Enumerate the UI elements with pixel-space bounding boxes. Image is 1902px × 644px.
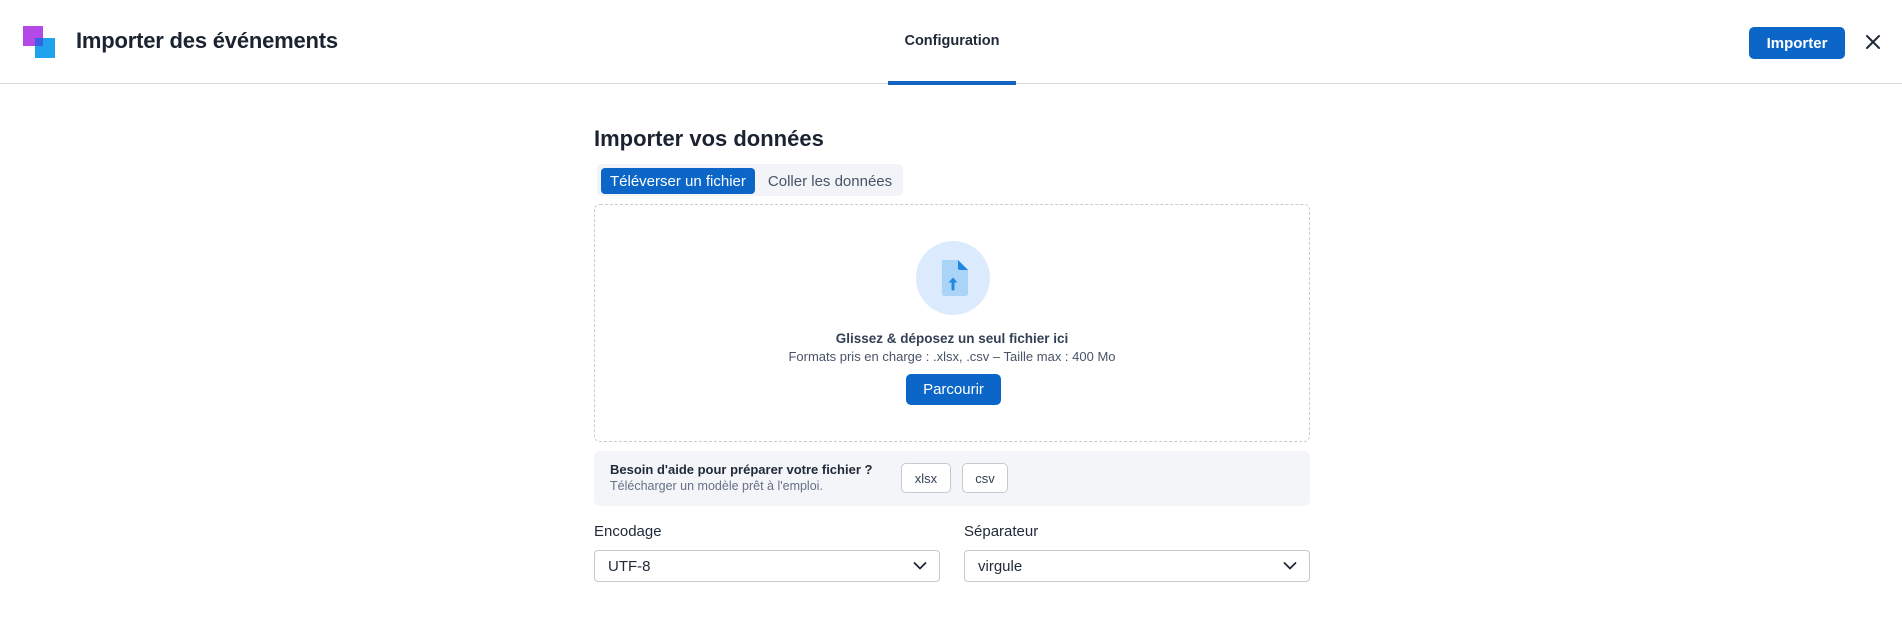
separator-value: virgule: [978, 558, 1023, 575]
dropzone-subtitle: Formats pris en charge : .xlsx, .csv – T…: [788, 349, 1116, 364]
segment-upload-file[interactable]: Téléverser un fichier: [601, 168, 755, 194]
import-button[interactable]: Importer: [1749, 27, 1845, 59]
app-header: Importer des événements Configuration Im…: [0, 0, 1902, 85]
tab-configuration-label: Configuration: [904, 33, 1000, 49]
separator-select[interactable]: virgule: [964, 550, 1310, 582]
tab-configuration[interactable]: Configuration: [888, 0, 1016, 85]
dropzone-title: Glissez & déposez un seul fichier ici: [835, 331, 1069, 346]
help-title: Besoin d'aide pour préparer votre fichie…: [610, 462, 873, 477]
chevron-down-icon: [913, 562, 927, 570]
encoding-label: Encodage: [594, 523, 662, 540]
browse-button[interactable]: Parcourir: [906, 374, 1001, 405]
file-upload-icon: [916, 241, 990, 315]
separator-label: Séparateur: [964, 523, 1039, 540]
source-segmented-control: Téléverser un fichier Coller les données: [597, 164, 903, 196]
page-title: Importer des événements: [76, 28, 338, 53]
file-dropzone[interactable]: Glissez & déposez un seul fichier ici Fo…: [594, 204, 1310, 442]
app-logo: [23, 26, 57, 60]
template-help-box: Besoin d'aide pour préparer votre fichie…: [594, 451, 1310, 506]
encoding-value: UTF-8: [608, 558, 651, 575]
segment-paste-data[interactable]: Coller les données: [759, 168, 901, 194]
download-template-csv-button[interactable]: csv: [962, 463, 1008, 493]
section-title: Importer vos données: [594, 126, 824, 151]
active-tab-indicator: [888, 81, 1016, 85]
encoding-select[interactable]: UTF-8: [594, 550, 940, 582]
close-icon[interactable]: [1861, 30, 1885, 54]
help-subtitle: Télécharger un modèle prêt à l'emploi.: [610, 479, 823, 493]
chevron-down-icon: [1283, 562, 1297, 570]
download-template-xlsx-button[interactable]: xlsx: [901, 463, 951, 493]
